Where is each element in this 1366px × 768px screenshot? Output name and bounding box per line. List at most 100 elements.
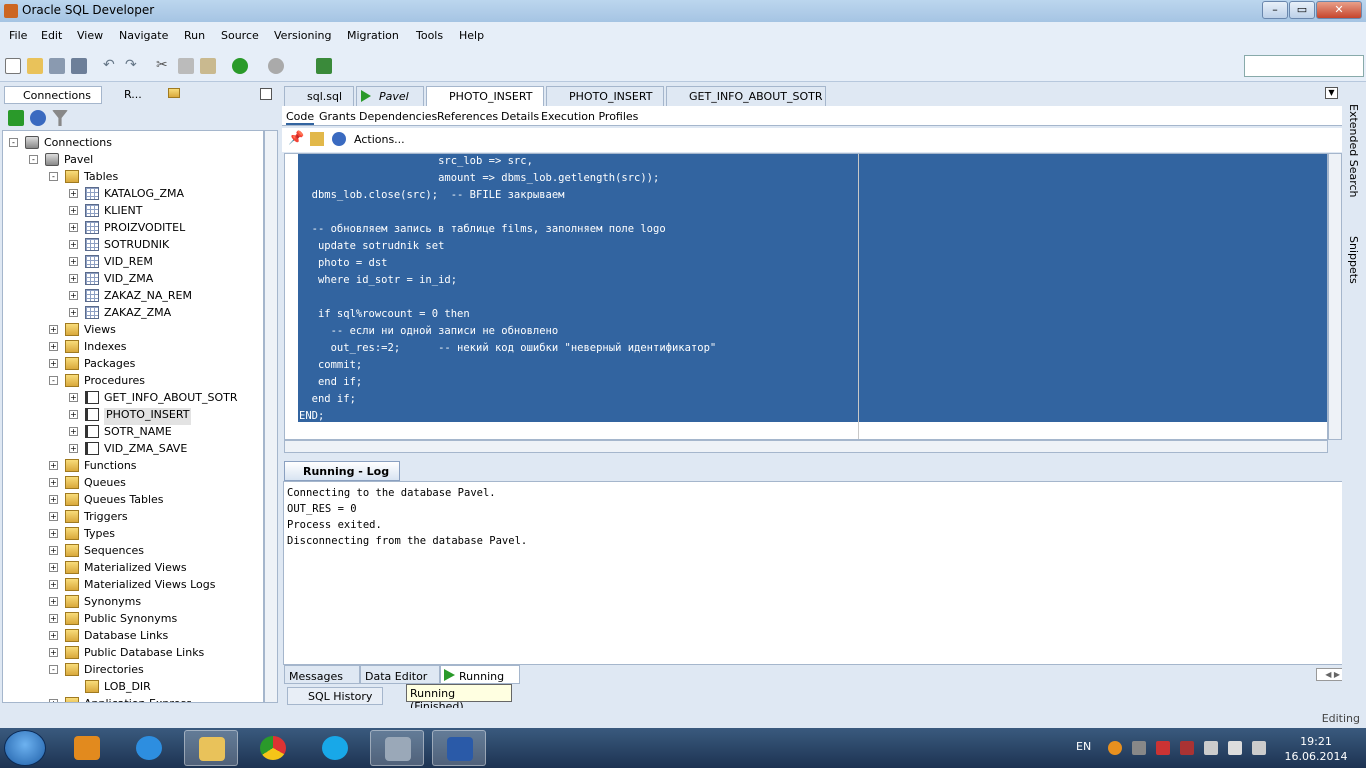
tree-node[interactable]: VID_ZMA_SAVE [104,442,187,459]
cut-icon[interactable]: ✂ [156,58,172,74]
tree-node[interactable]: LOB_DIR [104,680,151,697]
tree-node[interactable]: Public Database Links [84,646,204,663]
tree-node[interactable]: SOTR_NAME [104,425,172,442]
close-button[interactable]: ✕ [1316,1,1362,19]
tree-node[interactable]: GET_INFO_ABOUT_SOTR [104,391,237,408]
tree-expander[interactable]: + [49,461,58,470]
tree-expander[interactable]: + [49,614,58,623]
network-signal-icon[interactable] [1228,741,1242,755]
subtab-grants[interactable]: Grants [319,110,356,123]
tree-expander[interactable]: + [49,597,58,606]
code-editor[interactable]: src_lob => src, amount => dbms_lob.getle… [284,153,1328,440]
tree-expander[interactable]: + [69,189,78,198]
internet-explorer-icon[interactable] [122,730,176,766]
tree-expander[interactable]: - [49,172,58,181]
menu-edit[interactable]: Edit [41,29,62,42]
skype-icon[interactable] [308,730,362,766]
tree-node[interactable]: Public Synonyms [84,612,177,629]
minimize-button[interactable]: – [1262,1,1288,19]
tree-expander[interactable]: + [69,444,78,453]
copy-icon[interactable] [178,58,194,74]
undo-icon[interactable]: ↶ [103,58,119,74]
save-icon[interactable] [49,58,65,74]
tray-arrow-icon[interactable] [1132,741,1146,755]
tree-node[interactable]: ZAKAZ_ZMA [104,306,171,323]
refresh-icon[interactable] [30,110,46,126]
tree-expander[interactable]: - [49,665,58,674]
tab-reports[interactable]: R... [106,86,158,104]
tree-node[interactable]: VID_ZMA [104,272,153,289]
tree-node[interactable]: PROIZVODITEL [104,221,185,238]
running-log-tab[interactable]: Running - Log [284,461,400,481]
run-connection-icon[interactable] [316,58,332,74]
tree-expander[interactable]: - [29,155,38,164]
code-vertical-scrollbar[interactable] [1328,153,1342,440]
tree-node[interactable]: Types [84,527,115,544]
add-connection-icon[interactable] [8,110,24,126]
forward-icon[interactable] [268,58,284,74]
tree-expander[interactable]: + [49,648,58,657]
tree-node[interactable]: Application Express [84,697,192,702]
media-player-icon[interactable] [60,730,114,766]
save-all-icon[interactable] [71,58,87,74]
subtab-execution-profiles[interactable]: Execution Profiles [541,110,638,123]
refresh-icon[interactable] [332,132,346,146]
tree-expander[interactable]: - [49,376,58,385]
tree-node[interactable]: Database Links [84,629,168,646]
tab-sql-sql[interactable]: sql.sql [284,86,354,106]
tree-expander[interactable]: + [69,393,78,402]
tree-node[interactable]: SOTRUDNIK [104,238,169,255]
tree-expander[interactable]: + [49,546,58,555]
tree-node[interactable]: Functions [84,459,137,476]
tree-expander[interactable]: + [49,342,58,351]
sql-developer-icon[interactable] [370,730,424,766]
tray-app-icon[interactable] [1108,741,1122,755]
subtab-details[interactable]: Details [501,110,539,123]
tab-sql-history[interactable]: SQL History [287,687,383,705]
tree-node[interactable]: Views [84,323,116,340]
menu-view[interactable]: View [77,29,103,42]
search-input[interactable] [1244,55,1364,77]
tree-node[interactable]: Queues [84,476,126,493]
tree-node[interactable]: Pavel [64,153,93,170]
menu-file[interactable]: File [9,29,27,42]
tab-photo-insert[interactable]: PHOTO_INSERT [546,86,664,106]
code-horizontal-scrollbar[interactable] [284,440,1328,453]
tab-files[interactable] [164,86,184,104]
tree-expander[interactable]: + [49,529,58,538]
snippets-tab[interactable]: Snippets [1347,236,1360,284]
back-icon[interactable] [232,58,248,74]
minimize-panel-icon[interactable] [260,88,272,100]
tab-photo-insert-active[interactable]: PHOTO_INSERT [426,86,544,106]
tree-expander[interactable]: + [49,478,58,487]
subtab-code[interactable]: Code [286,110,315,125]
tab-get-info-about-sotr[interactable]: GET_INFO_ABOUT_SOTR [666,86,826,106]
language-indicator[interactable]: EN [1076,740,1091,753]
tree-node[interactable]: Materialized Views Logs [84,578,215,595]
tree-expander[interactable]: + [49,325,58,334]
menu-source[interactable]: Source [221,29,259,42]
tree-expander[interactable]: + [69,427,78,436]
tree-expander[interactable]: + [69,257,78,266]
tree-node[interactable]: Directories [84,663,144,680]
tree-expander[interactable]: + [49,563,58,572]
tree-expander[interactable]: + [49,359,58,368]
tab-connections[interactable]: Connections [4,86,102,104]
tree-expander[interactable]: + [49,631,58,640]
menu-navigate[interactable]: Navigate [119,29,168,42]
paste-icon[interactable] [200,58,216,74]
tab-data-editor[interactable]: Data Editor [360,665,440,684]
actions-menu[interactable]: Actions... [354,133,405,146]
tree-node[interactable]: ZAKAZ_NA_REM [104,289,192,306]
tree-expander[interactable]: + [49,580,58,589]
tab-messages[interactable]: Messages [284,665,360,684]
extended-search-tab[interactable]: Extended Search [1347,104,1360,198]
subtab-references[interactable]: References [437,110,498,123]
tree-node[interactable]: Queues Tables [84,493,164,510]
clock[interactable]: 19:21 16.06.2014 [1284,734,1348,764]
pin-icon[interactable]: 📌 [288,132,304,146]
tab-list-dropdown-icon[interactable]: ▼ [1325,87,1338,99]
tree-expander[interactable]: + [49,512,58,521]
subtab-dependencies[interactable]: Dependencies [359,110,437,123]
tree-node[interactable]: Tables [84,170,118,187]
